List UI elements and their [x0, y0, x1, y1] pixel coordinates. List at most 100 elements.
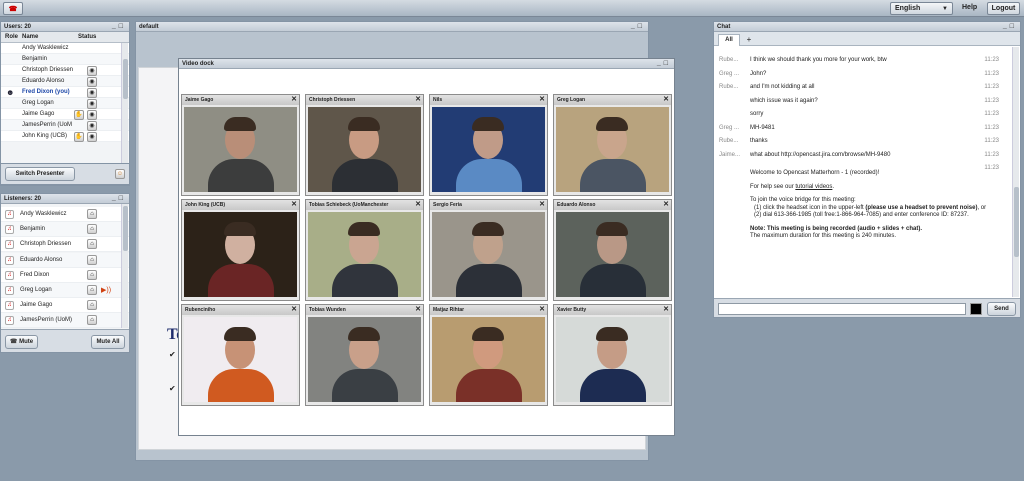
close-icon[interactable]: ✕ — [539, 305, 545, 315]
user-row[interactable]: Jaime Gago ✋ ◉ — [1, 109, 129, 120]
window-controls[interactable]: _□ — [112, 194, 126, 204]
close-icon[interactable]: ✕ — [291, 200, 297, 210]
video-tile[interactable]: Sergio Feria ✕ — [429, 199, 548, 301]
lock-icon[interactable]: ⌂ — [87, 285, 97, 295]
microphone-icon[interactable]: ♫ — [5, 316, 14, 326]
video-tile[interactable]: Greg Logan ✕ — [553, 94, 672, 196]
close-icon[interactable]: ✕ — [415, 200, 421, 210]
lock-icon[interactable]: ⌂ — [87, 239, 97, 250]
microphone-icon[interactable]: ♫ — [5, 240, 14, 250]
close-icon[interactable]: ✕ — [539, 95, 545, 105]
video-tile-name: Christoph Driessen — [309, 97, 356, 103]
close-icon[interactable]: ✕ — [291, 95, 297, 105]
webcam-icon[interactable]: ◉ — [87, 110, 97, 120]
lock-icon[interactable]: ⌂ — [87, 269, 97, 280]
listener-row[interactable]: ♫ Christoph Driessen ⌂ — [1, 237, 129, 253]
microphone-icon[interactable]: ♫ — [5, 286, 14, 295]
webcam-icon[interactable]: ◉ — [87, 88, 97, 98]
listener-row[interactable]: ♫ Jaime Gago ⌂ — [1, 298, 129, 314]
user-row[interactable]: JamesPerrin (UoM ◉ — [1, 120, 129, 131]
headset-button[interactable]: ☎ — [3, 2, 23, 15]
listener-row[interactable]: ♫ JamesPerrin (UoM) ⌂ — [1, 313, 129, 329]
language-select[interactable]: English ▼ — [890, 2, 953, 15]
microphone-icon[interactable]: ♫ — [5, 210, 14, 219]
video-tile[interactable]: Jaime Gago ✕ — [181, 94, 300, 196]
close-icon[interactable]: ✕ — [291, 305, 297, 315]
color-picker[interactable] — [970, 303, 982, 315]
microphone-icon[interactable]: ♫ — [5, 255, 14, 265]
close-icon[interactable]: ✕ — [663, 95, 669, 105]
listeners-panel-title: Listeners: 20 _□ — [1, 194, 129, 204]
chat-tab-bar: All + — [714, 32, 1020, 46]
listener-name: Andy Wasklewicz — [20, 211, 67, 217]
window-controls[interactable]: _□ — [1003, 22, 1017, 32]
mute-all-button[interactable]: Mute All — [91, 335, 125, 349]
raised-hand-icon: ✋ — [74, 132, 84, 142]
close-icon[interactable]: ✕ — [415, 95, 421, 105]
close-icon[interactable]: ✕ — [663, 200, 669, 210]
tutorial-link[interactable]: tutorial videos — [795, 184, 832, 190]
listeners-scrollbar[interactable] — [121, 204, 128, 328]
user-row[interactable]: Benjamin — [1, 54, 129, 65]
send-button[interactable]: Send — [987, 302, 1016, 316]
lock-icon[interactable]: ⌂ — [87, 224, 97, 235]
webcam-icon[interactable]: ◉ — [87, 99, 97, 109]
video-tile-name: Matjaz Rihtar — [433, 307, 465, 313]
listener-row[interactable]: ♫ Andy Wasklewicz ⌂ — [1, 207, 129, 222]
webcam-icon[interactable]: ◉ — [87, 66, 97, 76]
video-tile-name: Tobias Schiebeck (UoManchester — [309, 202, 389, 208]
close-icon[interactable]: ✕ — [415, 305, 421, 315]
listeners-footer: ☎ Mute Mute All — [1, 329, 129, 352]
lock-icon[interactable]: ⌂ — [87, 209, 97, 219]
lock-icon[interactable]: ⌂ — [87, 315, 97, 326]
user-name: Jaime Gago — [22, 111, 55, 117]
tab-add[interactable]: + — [742, 34, 756, 45]
video-tile[interactable]: Christoph Driessen ✕ — [305, 94, 424, 196]
user-name: Greg Logan — [22, 100, 54, 106]
listener-row[interactable]: ♫ Eduardo Alonso ⌂ — [1, 252, 129, 268]
close-icon[interactable]: ✕ — [539, 200, 545, 210]
listener-row[interactable]: ♫ Benjamin ⌂ — [1, 222, 129, 238]
user-row[interactable]: Greg Logan ◉ — [1, 98, 129, 109]
listener-name: Greg Logan — [20, 287, 52, 293]
user-row[interactable]: Christoph Driessen ◉ — [1, 65, 129, 76]
user-row[interactable]: Andy Wasklewicz — [1, 43, 129, 54]
presenter-icon[interactable]: ☺ — [115, 169, 125, 179]
chat-time: 11:23 — [984, 151, 999, 158]
user-row[interactable]: ☻ Fred Dixon (you) ◉ — [1, 87, 129, 98]
window-controls[interactable]: _□ — [657, 59, 671, 69]
close-icon[interactable]: ✕ — [663, 305, 669, 315]
user-row[interactable]: John King (UCB) ✋ ◉ — [1, 131, 129, 142]
mute-button[interactable]: ☎ Mute — [5, 335, 38, 349]
listener-row[interactable]: ♫ Fred Dixon ⌂ — [1, 267, 129, 283]
lock-icon[interactable]: ⌂ — [87, 254, 97, 265]
logout-button[interactable]: Logout — [987, 2, 1020, 15]
listener-name: Benjamin — [20, 226, 46, 233]
speaker-icon: ▶)) — [101, 287, 112, 294]
chat-input[interactable] — [718, 303, 966, 315]
video-tile[interactable]: Tobias Schiebeck (UoManchester ✕ — [305, 199, 424, 301]
microphone-icon[interactable]: ♫ — [5, 270, 14, 280]
lock-icon[interactable]: ⌂ — [87, 300, 97, 311]
video-tile[interactable]: Rubenciniho ✕ — [181, 304, 300, 406]
microphone-icon[interactable]: ♫ — [5, 301, 14, 311]
video-tile[interactable]: Xavier Butty ✕ — [553, 304, 672, 406]
video-tile[interactable]: Eduardo Alonso ✕ — [553, 199, 672, 301]
window-controls[interactable]: _□ — [112, 22, 126, 32]
webcam-icon[interactable]: ◉ — [87, 77, 97, 87]
switch-presenter-button[interactable]: Switch Presenter — [5, 167, 75, 181]
video-tile[interactable]: Nils ✕ — [429, 94, 548, 196]
users-scrollbar[interactable] — [121, 43, 128, 183]
video-tile[interactable]: John King (UCB) ✕ — [181, 199, 300, 301]
tab-all[interactable]: All — [718, 34, 740, 46]
webcam-icon[interactable]: ◉ — [87, 132, 97, 142]
webcam-icon[interactable]: ◉ — [87, 121, 97, 131]
user-row[interactable]: Eduardo Alonso ◉ — [1, 76, 129, 87]
listener-row[interactable]: ♫ Greg Logan ⌂ ▶)) — [1, 283, 129, 298]
microphone-icon[interactable]: ♫ — [5, 225, 14, 235]
help-link[interactable]: Help — [962, 4, 977, 11]
video-tile[interactable]: Matjaz Rihtar ✕ — [429, 304, 548, 406]
video-tile[interactable]: Tobias Wunden ✕ — [305, 304, 424, 406]
chat-scrollbar[interactable] — [1012, 47, 1019, 297]
window-controls[interactable]: _□ — [631, 22, 645, 32]
